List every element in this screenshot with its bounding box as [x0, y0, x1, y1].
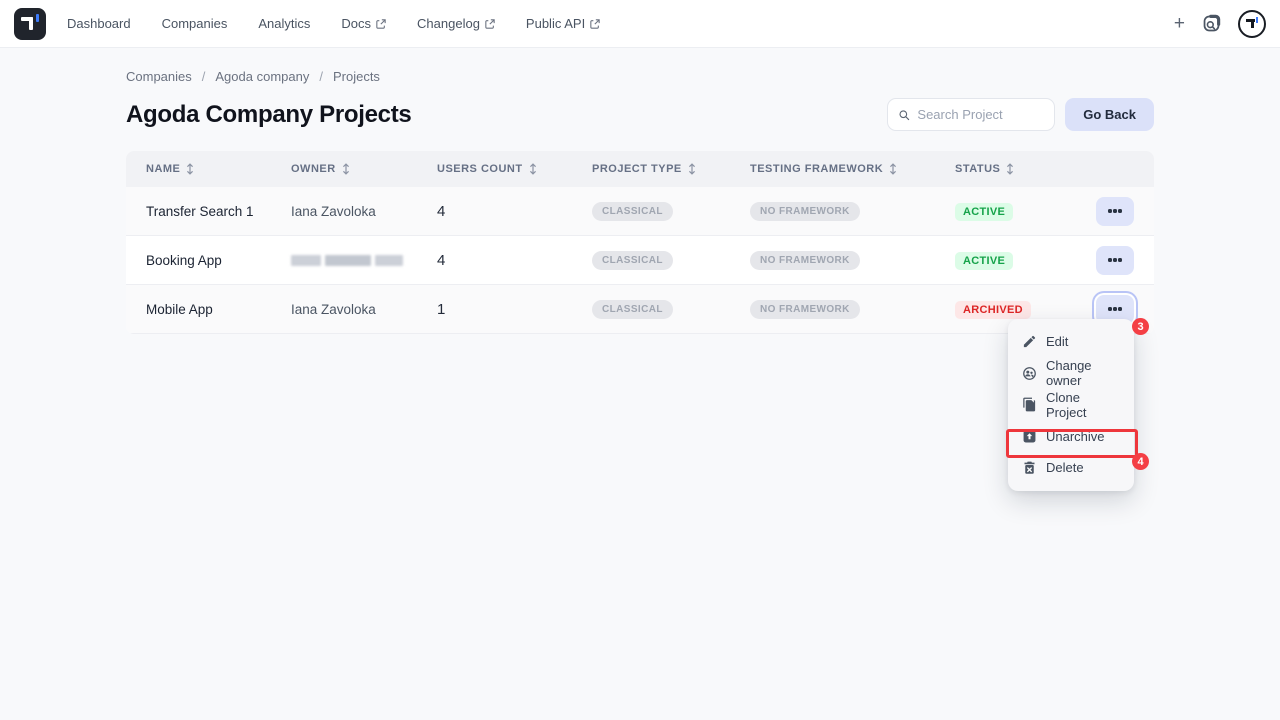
users-count: 4 [437, 252, 592, 269]
status-badge: ARCHIVED [955, 301, 1031, 319]
search-icon [898, 108, 910, 122]
archive-up-icon [1022, 429, 1037, 444]
users-circle-icon [1022, 366, 1037, 381]
sort-icon [341, 163, 351, 175]
breadcrumb-companies[interactable]: Companies [126, 69, 192, 84]
users-count: 1 [437, 301, 592, 318]
row-actions-button[interactable] [1096, 246, 1134, 275]
copy-icon [1022, 397, 1037, 412]
sort-icon [888, 163, 898, 175]
column-header-users-count[interactable]: USERS COUNT [437, 163, 592, 175]
nav-item-companies[interactable]: Companies [162, 16, 228, 31]
testing-framework-badge: NO FRAMEWORK [750, 251, 860, 270]
project-owner: Iana Zavoloka [291, 204, 437, 219]
trash-icon [1022, 460, 1037, 475]
project-type-badge: CLASSICAL [592, 202, 673, 221]
breadcrumb: Companies / Agoda company / Projects [126, 69, 1154, 84]
project-name: Transfer Search 1 [146, 204, 291, 219]
nav-item-analytics[interactable]: Analytics [258, 16, 310, 31]
ellipsis-icon [1113, 258, 1116, 261]
magnifier-box-icon[interactable] [1202, 14, 1221, 33]
project-search[interactable] [887, 98, 1055, 131]
sort-icon [687, 163, 697, 175]
main-nav: Dashboard Companies Analytics Docs Chang… [67, 16, 600, 31]
sort-icon [528, 163, 538, 175]
breadcrumb-agoda-company[interactable]: Agoda company [215, 69, 309, 84]
redacted-owner [291, 255, 437, 266]
breadcrumb-projects[interactable]: Projects [333, 69, 380, 84]
status-badge: ACTIVE [955, 252, 1013, 270]
user-avatar[interactable] [1238, 10, 1266, 38]
nav-item-dashboard[interactable]: Dashboard [67, 16, 131, 31]
project-type-badge: CLASSICAL [592, 300, 673, 319]
menu-item-unarchive[interactable]: Unarchive [1008, 421, 1134, 453]
testing-framework-badge: NO FRAMEWORK [750, 300, 860, 319]
ellipsis-icon [1113, 209, 1116, 212]
app-logo[interactable] [14, 8, 46, 40]
table-header-row: NAME OWNER USERS COUNT PROJECT TYPE TEST… [126, 151, 1154, 187]
menu-item-edit[interactable]: Edit [1008, 326, 1134, 358]
external-link-icon [376, 19, 386, 29]
column-header-name[interactable]: NAME [146, 163, 291, 175]
add-icon[interactable]: + [1174, 14, 1185, 33]
page-title: Agoda Company Projects [126, 101, 411, 129]
search-input[interactable] [917, 107, 1044, 122]
menu-item-clone-project[interactable]: Clone Project [1008, 389, 1134, 421]
ellipsis-icon [1113, 307, 1116, 310]
nav-item-docs[interactable]: Docs [341, 16, 386, 31]
project-name: Booking App [146, 253, 291, 268]
table-row: Transfer Search 1 Iana Zavoloka 4 CLASSI… [126, 187, 1154, 236]
users-count: 4 [437, 203, 592, 220]
go-back-button[interactable]: Go Back [1065, 98, 1154, 131]
column-header-owner[interactable]: OWNER [291, 163, 437, 175]
external-link-icon [590, 19, 600, 29]
sort-icon [185, 163, 195, 175]
testing-framework-badge: NO FRAMEWORK [750, 202, 860, 221]
column-header-status[interactable]: STATUS [955, 163, 1095, 175]
nav-item-changelog[interactable]: Changelog [417, 16, 495, 31]
menu-item-delete[interactable]: Delete [1008, 452, 1134, 484]
annotation-step-4: 4 [1132, 453, 1149, 470]
menu-item-change-owner[interactable]: Change owner [1008, 358, 1134, 390]
column-header-testing-framework[interactable]: TESTING FRAMEWORK [750, 163, 955, 175]
pencil-icon [1022, 334, 1037, 349]
row-actions-button[interactable] [1096, 197, 1134, 226]
sort-icon [1005, 163, 1015, 175]
project-owner: Iana Zavoloka [291, 302, 437, 317]
project-type-badge: CLASSICAL [592, 251, 673, 270]
nav-item-public-api[interactable]: Public API [526, 16, 600, 31]
top-navbar: Dashboard Companies Analytics Docs Chang… [0, 0, 1280, 48]
external-link-icon [485, 19, 495, 29]
column-header-project-type[interactable]: PROJECT TYPE [592, 163, 750, 175]
table-row: Booking App 4 CLASSICAL NO FRAMEWORK ACT… [126, 236, 1154, 285]
table-row: Mobile App Iana Zavoloka 1 CLASSICAL NO … [126, 285, 1154, 334]
row-actions-menu: Edit Change owner Clone Project Unarchiv… [1008, 319, 1134, 491]
status-badge: ACTIVE [955, 203, 1013, 221]
project-name: Mobile App [146, 302, 291, 317]
projects-table: NAME OWNER USERS COUNT PROJECT TYPE TEST… [126, 151, 1154, 334]
